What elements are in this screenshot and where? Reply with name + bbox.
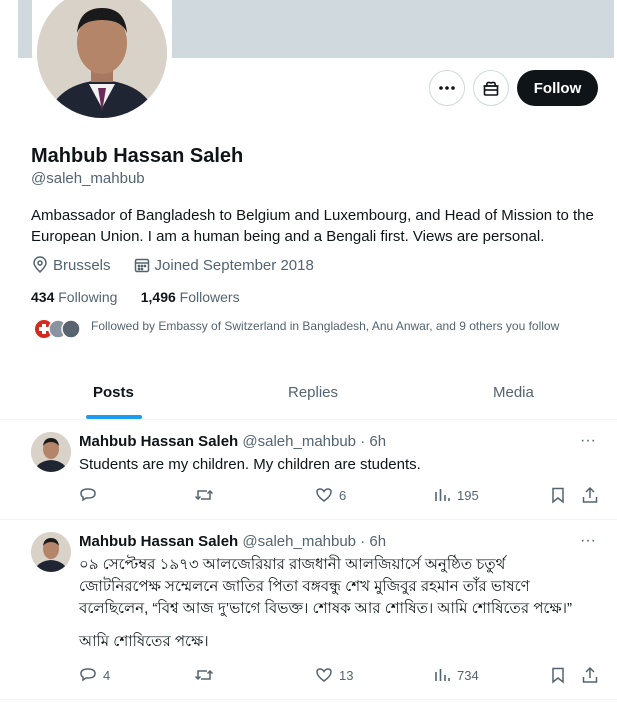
tweet[interactable]: Mahbub Hassan Saleh @saleh_mahbub · 6h ·…	[0, 520, 617, 700]
tweet-text: Students are my children. My children ar…	[79, 456, 421, 473]
like-button[interactable]: 6	[315, 486, 346, 504]
tweet-author-handle[interactable]: @saleh_mahbub · 6h	[242, 533, 386, 550]
bookmark-icon	[552, 667, 564, 684]
tweet-author-name[interactable]: Mahbub Hassan Saleh	[79, 433, 238, 450]
tweet-more-icon[interactable]: ···	[580, 432, 596, 450]
reply-icon	[80, 488, 96, 502]
like-count: 6	[339, 487, 347, 503]
tweet-header: Mahbub Hassan Saleh @saleh_mahbub · 6h	[79, 433, 386, 450]
more-icon	[439, 86, 455, 90]
reply-icon	[80, 668, 96, 682]
following-count: 434	[31, 289, 55, 305]
profile-stats: 434 Following 1,496 Followers	[31, 289, 240, 305]
retweet-button[interactable]	[194, 486, 220, 504]
bookmark-button[interactable]	[549, 666, 567, 684]
profile-joined: Joined September 2018	[154, 256, 314, 274]
retweet-button[interactable]	[194, 666, 220, 684]
tweet-actions: 4 13 734	[79, 666, 599, 686]
location-icon	[33, 256, 47, 274]
following-link[interactable]: 434 Following	[31, 289, 117, 305]
profile-handle: @saleh_mahbub	[31, 170, 145, 187]
profile-meta: Brussels Joined September 2018	[31, 256, 314, 274]
share-button[interactable]	[581, 666, 599, 684]
bookmark-button[interactable]	[549, 486, 567, 504]
calendar-icon	[134, 258, 149, 273]
tweet-actions: 6 195	[79, 486, 599, 506]
reply-button[interactable]	[79, 486, 103, 504]
like-button[interactable]: 13	[315, 666, 353, 684]
share-icon	[582, 666, 598, 683]
reply-count: 4	[103, 667, 111, 683]
tweet-header: Mahbub Hassan Saleh @saleh_mahbub · 6h	[79, 533, 386, 550]
gift-button[interactable]	[473, 70, 509, 106]
tweet[interactable]: Mahbub Hassan Saleh @saleh_mahbub · 6h ·…	[0, 420, 617, 520]
following-label: Following	[58, 289, 118, 305]
followed-by-text: Followed by Embassy of Switzerland in Ba…	[91, 319, 560, 333]
views-count: 734	[457, 667, 479, 683]
share-icon	[582, 486, 598, 503]
more-options-button[interactable]	[429, 70, 465, 106]
followers-label: Followers	[179, 289, 240, 305]
reply-button[interactable]: 4	[79, 666, 110, 684]
tweet-avatar[interactable]	[31, 532, 71, 572]
profile-avatar[interactable]	[32, 0, 172, 122]
retweet-icon	[194, 669, 214, 681]
profile-location: Brussels	[53, 256, 111, 274]
bookmark-icon	[552, 487, 564, 504]
retweet-icon	[194, 489, 214, 501]
tweet-avatar[interactable]	[31, 432, 71, 472]
active-tab-indicator	[86, 415, 142, 419]
tab-posts[interactable]: Posts	[93, 384, 134, 401]
profile-name: Mahbub Hassan Saleh	[31, 145, 244, 167]
followers-count: 1,496	[140, 289, 176, 305]
tab-media[interactable]: Media	[493, 384, 534, 401]
heart-icon	[316, 668, 332, 682]
views-icon	[435, 489, 450, 501]
tweet-text-second-paragraph: আমি শোষিতের পক্ষে।	[79, 633, 209, 650]
views-icon	[435, 669, 450, 681]
followed-by[interactable]: Followed by Embassy of Switzerland in Ba…	[33, 318, 593, 340]
follower-avatars	[33, 318, 91, 340]
views-button[interactable]: 195	[433, 486, 479, 504]
tab-replies[interactable]: Replies	[288, 384, 338, 401]
views-count: 195	[457, 487, 479, 503]
profile-photo	[37, 0, 167, 118]
profile-bio: Ambassador of Bangladesh to Belgium and …	[31, 207, 594, 245]
like-count: 13	[339, 667, 354, 683]
views-button[interactable]: 734	[433, 666, 479, 684]
heart-icon	[316, 488, 332, 502]
tweet-more-icon[interactable]: ···	[580, 532, 596, 550]
tweet-author-handle[interactable]: @saleh_mahbub · 6h	[242, 433, 386, 450]
followers-link[interactable]: 1,496 Followers	[141, 289, 240, 305]
share-button[interactable]	[581, 486, 599, 504]
tweet-text: ০৯ সেপ্টেম্বর ১৯৭৩ আলজেরিয়ার রাজধানী আল…	[79, 556, 572, 617]
follow-button[interactable]: Follow	[517, 70, 598, 106]
tweet-author-name[interactable]: Mahbub Hassan Saleh	[79, 533, 238, 550]
profile-tabs: Posts Replies Media	[0, 370, 617, 420]
gift-icon	[483, 81, 499, 96]
